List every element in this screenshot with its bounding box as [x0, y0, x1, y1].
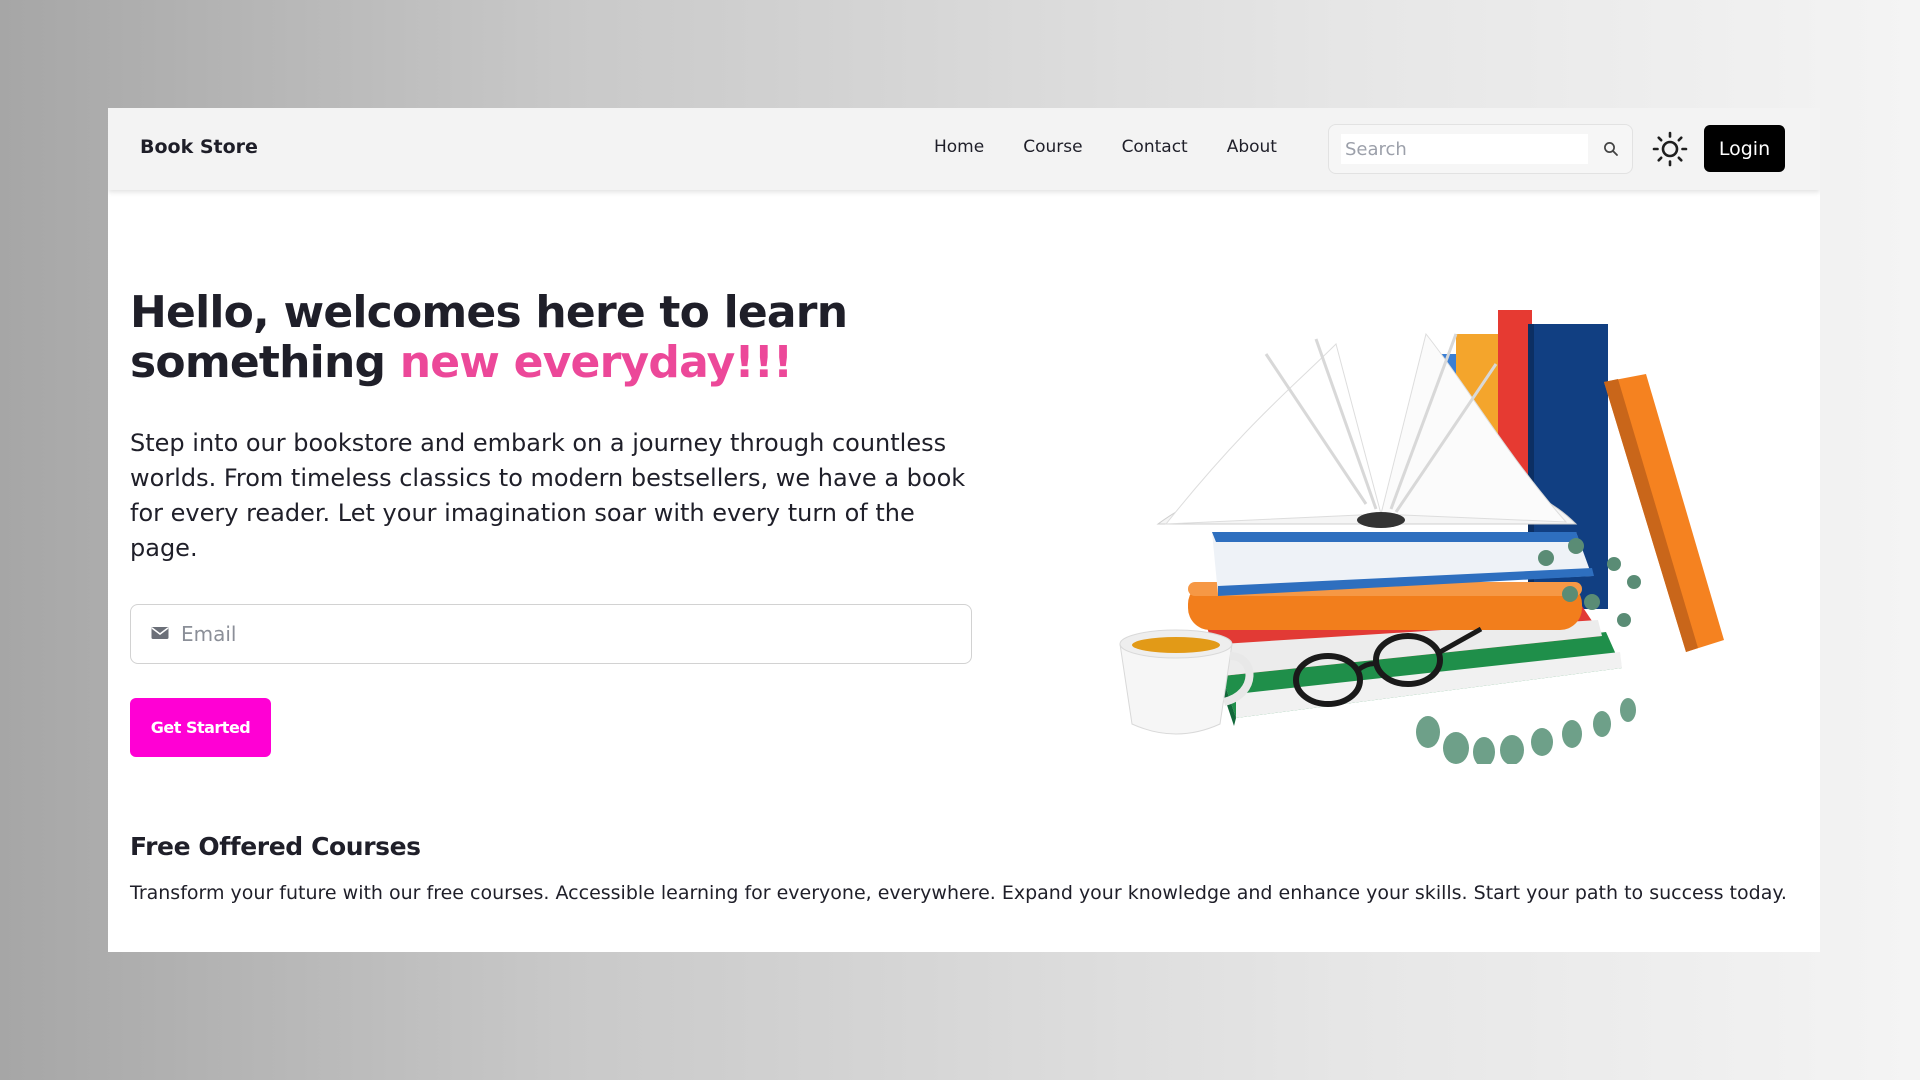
- search-input[interactable]: [1341, 134, 1588, 164]
- page-frame: Book Store Home Course Contact About Sea…: [108, 108, 1820, 952]
- nav-link-course[interactable]: Course: [1023, 137, 1082, 157]
- hero-title-line2-prefix: something: [130, 337, 400, 388]
- nav-link-contact[interactable]: Contact: [1122, 137, 1188, 157]
- nav-link-home[interactable]: Home: [934, 137, 984, 157]
- get-started-button[interactable]: Get Started: [130, 698, 271, 757]
- login-button[interactable]: Login: [1704, 125, 1785, 172]
- hero-title-line1: Hello, welcomes here to learn: [130, 287, 848, 338]
- hero-description: Step into our bookstore and embark on a …: [130, 429, 966, 562]
- courses-description: Transform your future with our free cour…: [130, 882, 1787, 904]
- sun-icon[interactable]: [1651, 130, 1689, 168]
- envelope-icon: [151, 625, 169, 644]
- search-icon[interactable]: [1602, 140, 1620, 158]
- nav-links: Home Course Contact About: [934, 137, 1277, 157]
- search-box: [1328, 124, 1633, 174]
- email-input[interactable]: [181, 622, 941, 646]
- courses-title: Free Offered Courses: [130, 832, 421, 861]
- hero-illustration: [1036, 224, 1756, 767]
- hero-title: Hello, welcomes here to learn something …: [130, 288, 930, 388]
- navbar: Book Store Home Course Contact About Sea…: [108, 108, 1820, 190]
- brand-logo[interactable]: Book Store: [140, 136, 258, 158]
- hero-title-accent: new everyday!!!: [399, 337, 793, 388]
- nav-link-about[interactable]: About: [1227, 137, 1277, 157]
- email-field[interactable]: [130, 604, 972, 664]
